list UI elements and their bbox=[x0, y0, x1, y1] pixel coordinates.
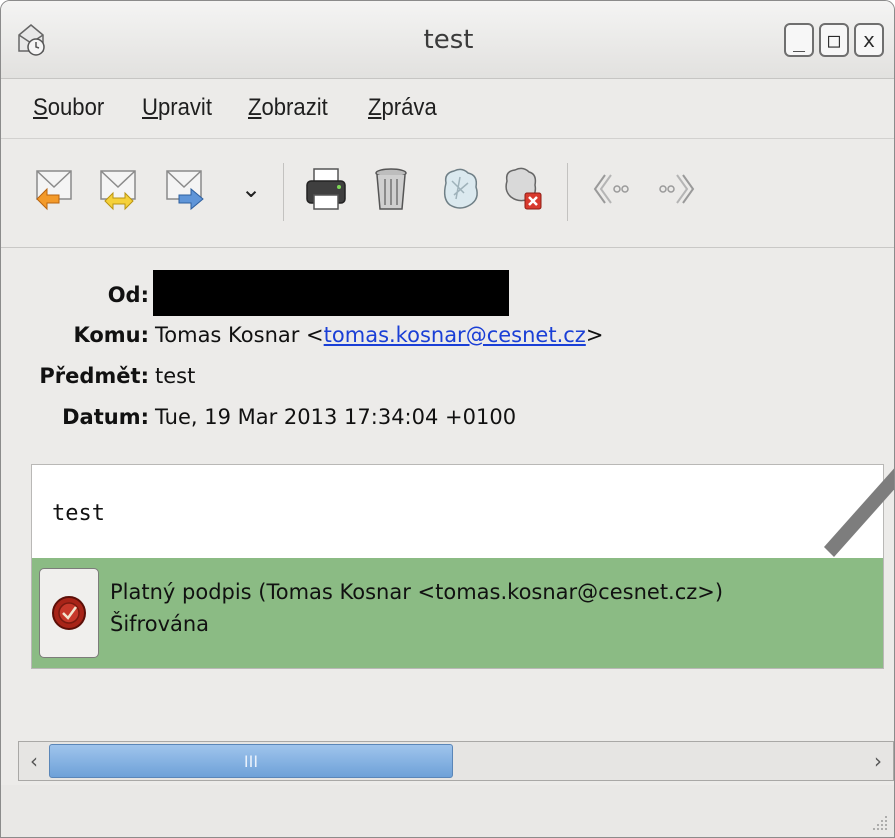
message-headers: Od: Komu: Tomas Kosnar <tomas.kosnar@ces… bbox=[1, 249, 894, 461]
dropdown-arrow-icon[interactable]: ⌄ bbox=[229, 165, 273, 213]
status-bar bbox=[1, 785, 894, 837]
signature-bar: Platný podpis (Tomas Kosnar <tomas.kosna… bbox=[32, 558, 883, 668]
scroll-left-arrow[interactable]: ‹ bbox=[19, 742, 49, 780]
title-bar[interactable]: test _ □ x bbox=[1, 1, 894, 79]
menu-mnemonic: Z bbox=[368, 94, 382, 121]
to-label: Komu: bbox=[73, 323, 149, 347]
menu-label: pravit bbox=[157, 94, 212, 121]
body-text: test bbox=[52, 501, 105, 526]
resize-grip-icon[interactable] bbox=[870, 813, 890, 833]
to-name: Tomas Kosnar < bbox=[155, 323, 324, 347]
menu-mnemonic: Z bbox=[248, 94, 262, 121]
menu-mnemonic: S bbox=[33, 94, 48, 121]
message-window: test _ □ x Soubor Upravit Zobrazit Zpráv… bbox=[0, 0, 895, 838]
toolbar-separator bbox=[283, 163, 284, 221]
redacted-sender bbox=[153, 270, 509, 316]
next-icon[interactable] bbox=[653, 165, 697, 213]
reply-all-icon[interactable] bbox=[97, 165, 141, 213]
scroll-thumb[interactable]: III bbox=[49, 744, 453, 778]
window-title: test bbox=[423, 25, 474, 55]
junk-icon[interactable] bbox=[438, 165, 482, 213]
trash-icon[interactable] bbox=[369, 165, 413, 213]
to-value: Tomas Kosnar <tomas.kosnar@cesnet.cz> bbox=[155, 323, 603, 347]
encryption-status: Šifrována bbox=[110, 612, 210, 636]
menu-label: obrazit bbox=[261, 94, 328, 121]
to-email-link[interactable]: tomas.kosnar@cesnet.cz bbox=[324, 323, 586, 347]
close-button[interactable]: x bbox=[854, 23, 884, 57]
menu-zprava[interactable]: Zpráva bbox=[368, 94, 437, 122]
menu-label: oubor bbox=[47, 94, 105, 121]
toolbar: ⌄ bbox=[1, 138, 894, 248]
signature-seal-button[interactable] bbox=[39, 568, 99, 658]
menu-bar: Soubor Upravit Zobrazit Zpráva bbox=[1, 80, 894, 138]
to-close-bracket: > bbox=[585, 323, 604, 347]
maximize-button[interactable]: □ bbox=[819, 23, 849, 57]
previous-icon[interactable] bbox=[591, 165, 635, 213]
message-body[interactable]: test Platný podpis (Tomas Kosnar <tomas.… bbox=[31, 464, 884, 669]
forward-icon[interactable] bbox=[163, 165, 207, 213]
scroll-right-arrow[interactable]: › bbox=[863, 742, 893, 780]
menu-label: práva bbox=[381, 94, 437, 121]
menu-zobrazit[interactable]: Zobrazit bbox=[248, 94, 328, 122]
from-label: Od: bbox=[107, 283, 149, 307]
pen-arrow-icon bbox=[824, 468, 894, 557]
wax-seal-icon bbox=[52, 596, 86, 630]
date-label: Datum: bbox=[62, 405, 149, 429]
signature-status: Platný podpis (Tomas Kosnar <tomas.kosna… bbox=[110, 580, 724, 604]
menu-soubor[interactable]: Soubor bbox=[33, 94, 104, 122]
reply-icon[interactable] bbox=[33, 165, 77, 213]
print-icon[interactable] bbox=[304, 165, 348, 213]
toolbar-separator bbox=[567, 163, 568, 221]
date-value: Tue, 19 Mar 2013 17:34:04 +0100 bbox=[155, 405, 517, 429]
subject-value: test bbox=[155, 364, 196, 388]
horizontal-scrollbar[interactable]: ‹ III › bbox=[18, 741, 894, 781]
minimize-button[interactable]: _ bbox=[784, 23, 814, 57]
delete-junk-icon[interactable] bbox=[501, 165, 545, 213]
menu-upravit[interactable]: Upravit bbox=[142, 94, 212, 122]
menu-mnemonic: U bbox=[142, 94, 158, 121]
subject-label: Předmět: bbox=[39, 364, 149, 388]
